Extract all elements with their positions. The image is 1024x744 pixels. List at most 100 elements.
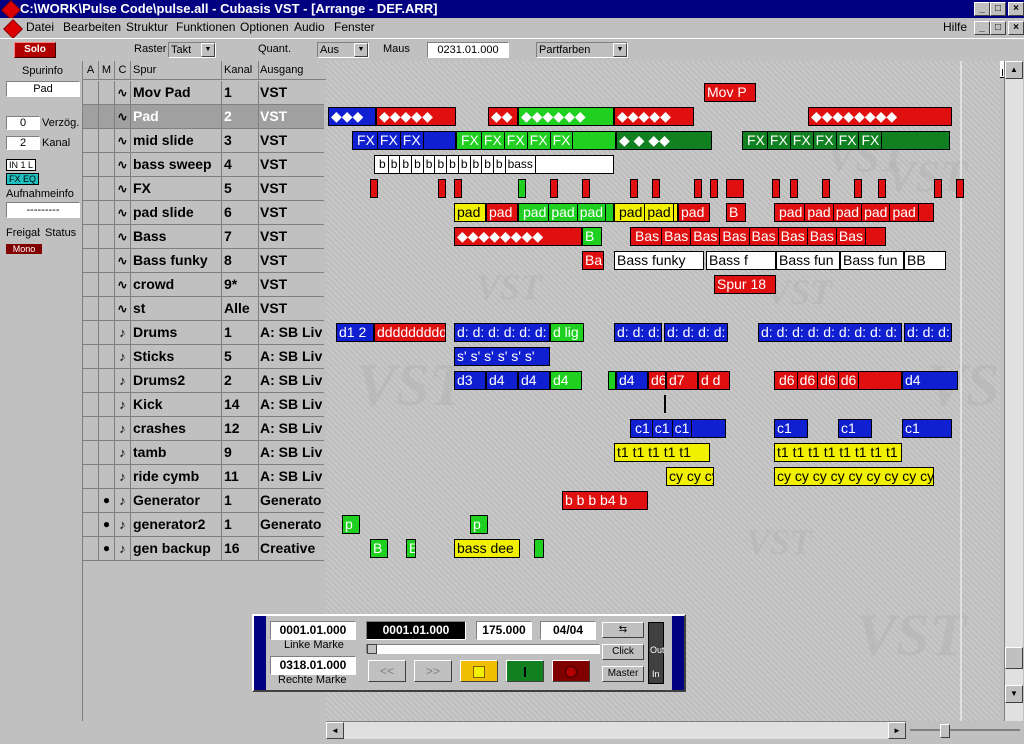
part-crashes[interactable]: c1 (902, 419, 952, 438)
track-row[interactable]: ♪ Kick 14 A: SB Liv (83, 393, 324, 417)
track-row[interactable]: ∿ Bass 7 VST (83, 225, 324, 249)
track-row[interactable]: ● ♪ generator2 1 Generato (83, 513, 324, 537)
part-generator2[interactable]: p (470, 515, 488, 534)
track-row[interactable]: ∿ bass sweep 4 VST (83, 153, 324, 177)
stop-button[interactable] (460, 660, 498, 682)
track-mute-cell[interactable] (99, 297, 115, 320)
track-a-cell[interactable] (83, 321, 99, 344)
transport-handle-right[interactable] (672, 616, 684, 690)
track-row[interactable]: ∿ crowd 9* VST (83, 273, 324, 297)
track-row[interactable]: ♪ ride cymb 11 A: SB Liv (83, 465, 324, 489)
scroll-thumb[interactable] (1005, 647, 1023, 669)
part-drums2[interactable]: d4 (902, 371, 958, 390)
track-name[interactable]: gen backup (131, 537, 222, 560)
part-drums2[interactable]: d7 (666, 371, 698, 390)
part-tamb[interactable]: t1 t1 t1 t1 t1 t1 t1 t1 (774, 443, 902, 462)
part-fx[interactable] (652, 179, 660, 198)
track-a-cell[interactable] (83, 153, 99, 176)
input-button[interactable]: IN 1 L (6, 159, 37, 171)
track-mute-cell[interactable] (99, 273, 115, 296)
track-row[interactable]: ∿ mid slide 3 VST (83, 129, 324, 153)
menu-bearbeiten[interactable]: Bearbeiten (63, 20, 121, 34)
track-mute-cell[interactable] (99, 417, 115, 440)
play-button[interactable] (506, 660, 544, 682)
song-position-display[interactable]: 0001.01.000 (366, 621, 466, 640)
part-drums2[interactable]: d4 (616, 371, 648, 390)
col-header-ausgang[interactable]: Ausgang (258, 61, 326, 80)
part-crowd[interactable]: Spur 18 (714, 275, 776, 294)
track-mute-cell[interactable]: ● (99, 489, 115, 512)
part-mid-slide[interactable]: FX FX FX (352, 131, 456, 150)
track-mute-cell[interactable] (99, 225, 115, 248)
track-row[interactable]: ♪ crashes 12 A: SB Liv (83, 417, 324, 441)
track-mute-cell[interactable] (99, 249, 115, 272)
part-bass-funky[interactable]: Ba (582, 251, 604, 270)
kanal-field[interactable]: 2 (6, 136, 40, 150)
part-pad[interactable]: ◆◆◆◆◆ (376, 107, 456, 126)
track-a-cell[interactable] (83, 105, 99, 128)
menu-struktur[interactable]: Struktur (126, 20, 168, 34)
part-pad-slide[interactable]: pad (486, 203, 518, 222)
part-pad-slide[interactable]: pad pad pad pad pad (774, 203, 934, 222)
part-drums2[interactable]: d4 (550, 371, 582, 390)
horizontal-scrollbar[interactable]: ◄ ► (326, 721, 906, 739)
track-mute-cell[interactable] (99, 105, 115, 128)
track-a-cell[interactable] (83, 177, 99, 200)
track-row[interactable]: ∿ FX 5 VST (83, 177, 324, 201)
track-row[interactable]: ♪ Drums 1 A: SB Liv (83, 321, 324, 345)
part-mid-slide[interactable]: ◆ ◆ ◆◆ (616, 131, 712, 150)
part-fx[interactable] (454, 179, 462, 198)
position-slider[interactable] (366, 644, 600, 654)
part-fx[interactable] (518, 179, 526, 198)
track-name[interactable]: mid slide (131, 129, 222, 152)
position-slider-thumb[interactable] (367, 644, 377, 654)
track-row[interactable]: ♪ Drums2 2 A: SB Liv (83, 369, 324, 393)
part-drums2[interactable]: d4 (518, 371, 550, 390)
menu-optionen[interactable]: Optionen (240, 20, 289, 34)
part-fx[interactable] (550, 179, 558, 198)
part-gen-backup[interactable]: B (370, 539, 388, 558)
track-a-cell[interactable] (83, 201, 99, 224)
track-row[interactable]: ∿ st Alle VST (83, 297, 324, 321)
part-bass-funky[interactable]: Bass fun (776, 251, 840, 270)
part-fx[interactable] (710, 179, 718, 198)
track-mute-cell[interactable] (99, 129, 115, 152)
child-minimize-button[interactable]: _ (974, 21, 990, 35)
track-mute-cell[interactable] (99, 345, 115, 368)
menu-funktionen[interactable]: Funktionen (176, 20, 235, 34)
track-name[interactable]: Drums2 (131, 369, 222, 392)
part-fx[interactable] (582, 179, 590, 198)
part-mov-pad[interactable]: Mov P (704, 83, 756, 102)
solo-button[interactable]: Solo (14, 42, 56, 58)
left-locator-display[interactable]: 0001.01.000 (270, 621, 356, 640)
track-row[interactable]: ♪ tamb 9 A: SB Liv (83, 441, 324, 465)
app-icon[interactable] (1, 0, 21, 20)
part-drums[interactable]: d: d: d: d: d: d: (454, 323, 550, 342)
col-header-m[interactable]: M (99, 61, 115, 80)
part-generator2[interactable]: p (342, 515, 360, 534)
verzog-field[interactable]: 0 (6, 116, 40, 130)
track-a-cell[interactable] (83, 297, 99, 320)
track-name[interactable]: crowd (131, 273, 222, 296)
part-bass[interactable]: Bas Bas Bas Bas Bas Bas Bas Bas (630, 227, 886, 246)
part-drums[interactable]: d: d: d: d: (664, 323, 728, 342)
track-name[interactable]: pad slide (131, 201, 222, 224)
part-gen-backup[interactable]: bass dee (454, 539, 520, 558)
track-row[interactable]: ∿ Pad 2 VST (83, 105, 324, 129)
track-mute-cell[interactable] (99, 369, 115, 392)
track-a-cell[interactable] (83, 489, 99, 512)
part-generator[interactable]: b b b b4 b (562, 491, 648, 510)
quant-select[interactable]: Aus ▼ (317, 42, 369, 58)
track-a-cell[interactable] (83, 441, 99, 464)
track-name[interactable]: Pad (131, 105, 222, 128)
child-close-button[interactable]: × (1008, 21, 1024, 35)
menu-audio[interactable]: Audio (294, 20, 325, 34)
cycle-button[interactable]: ⇆ (602, 622, 644, 638)
part-crashes[interactable]: c1 (774, 419, 808, 438)
col-header-a[interactable]: A (83, 61, 99, 80)
scroll-down-icon[interactable]: ▼ (1005, 685, 1023, 703)
part-drums[interactable]: d lig (550, 323, 584, 342)
track-a-cell[interactable] (83, 129, 99, 152)
track-name[interactable]: crashes (131, 417, 222, 440)
track-row[interactable]: ● ♪ Generator 1 Generato (83, 489, 324, 513)
